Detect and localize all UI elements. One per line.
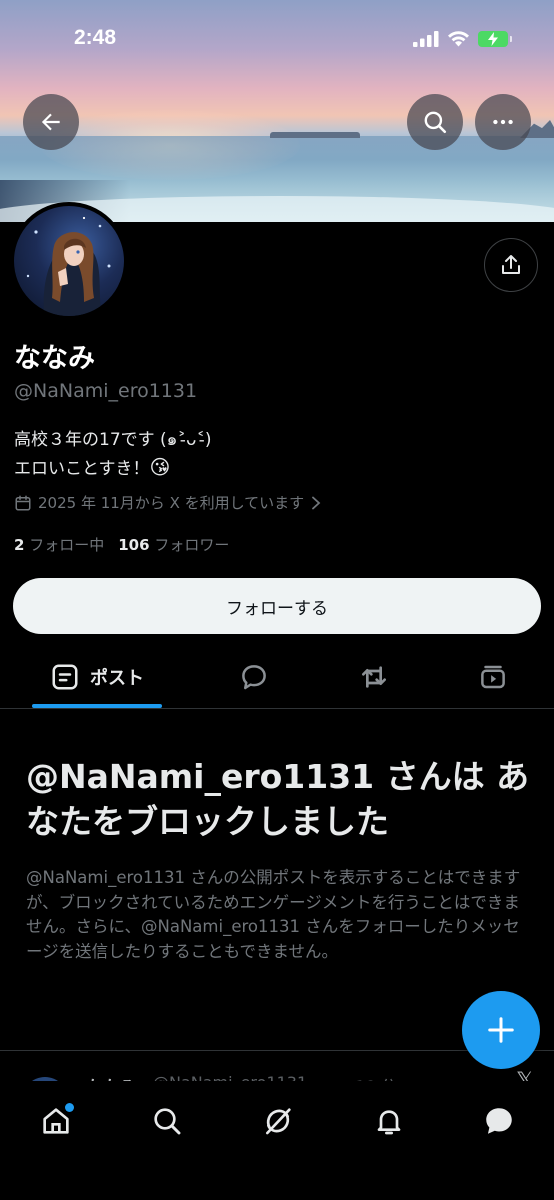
profile-bio: 高校３年の17です (๑˃̵ᴗ˂̵) エロいことすき！😘 xyxy=(14,427,212,483)
plus-icon xyxy=(488,1017,514,1043)
avatar-illustration xyxy=(26,216,111,316)
repost-icon xyxy=(362,666,386,688)
calendar-icon xyxy=(15,495,31,510)
display-name: ななみ xyxy=(14,343,95,374)
nav-search[interactable] xyxy=(145,1099,189,1143)
tweet-timestamp: · 18 分 xyxy=(345,1073,397,1081)
tab-replies[interactable] xyxy=(223,646,285,708)
bio-line-text: エロいことすき！ xyxy=(14,459,150,479)
tab-posts-label: ポスト xyxy=(90,668,144,689)
followers-count: 106 xyxy=(118,536,150,554)
nav-home[interactable] xyxy=(34,1099,78,1143)
media-icon xyxy=(481,665,505,689)
compose-post-button[interactable] xyxy=(462,991,540,1069)
notification-dot xyxy=(65,1103,74,1112)
nav-grok[interactable] xyxy=(256,1099,300,1143)
tweet-author-name: ななみ xyxy=(86,1073,137,1081)
grok-icon xyxy=(266,1108,291,1135)
follow-stats: 2 フォロー中 106 フォロワー xyxy=(14,534,229,555)
following-link[interactable]: 2 フォロー中 xyxy=(14,534,104,555)
joined-text: 2025 年 11月から X を利用しています xyxy=(38,494,305,512)
chevron-right-icon xyxy=(312,496,321,509)
posts-icon xyxy=(52,664,78,690)
cellular-signal-icon xyxy=(413,30,439,47)
more-options-button[interactable] xyxy=(475,94,531,150)
banner-island xyxy=(270,132,360,138)
following-label: フォロー中 xyxy=(29,536,105,554)
active-tab-indicator xyxy=(32,704,162,708)
messages-icon xyxy=(486,1108,512,1134)
search-profile-button[interactable] xyxy=(407,94,463,150)
tab-posts[interactable]: ポスト xyxy=(32,646,162,708)
nav-notifications[interactable] xyxy=(367,1099,411,1143)
battery-charging-icon xyxy=(478,30,512,47)
kiss-emoji: 😘 xyxy=(149,455,171,479)
tab-reposts[interactable] xyxy=(343,646,405,708)
profile-handle: @NaNami_ero1131 xyxy=(14,380,198,402)
status-time: 2:48 xyxy=(74,26,117,49)
profile-tabs: ポスト xyxy=(0,646,554,709)
x-logo-icon: 𝕏 xyxy=(516,1069,534,1081)
nav-messages[interactable] xyxy=(477,1099,521,1143)
bio-line: 高校３年の17です (๑˃̵ᴗ˂̵) xyxy=(14,430,212,450)
more-horizontal-icon xyxy=(493,119,513,125)
tweet-author-handle: @NaNami_ero1131 xyxy=(153,1073,307,1081)
arrow-left-icon xyxy=(41,113,60,131)
search-icon xyxy=(154,1108,181,1135)
replies-icon xyxy=(242,665,266,690)
joined-date[interactable]: 2025 年 11月から X を利用しています xyxy=(14,492,322,513)
followers-label: フォロワー xyxy=(154,536,230,554)
wifi-icon xyxy=(448,31,469,47)
back-button[interactable] xyxy=(23,94,79,150)
bottom-navigation xyxy=(0,1081,554,1200)
following-count: 2 xyxy=(14,536,25,554)
blocked-description: @NaNami_ero1131 さんの公開ポストを表示することはできますが、ブロ… xyxy=(26,868,521,961)
bolt-icon xyxy=(488,31,498,46)
share-icon xyxy=(502,255,520,274)
follow-button[interactable]: フォローする xyxy=(13,578,541,634)
search-icon xyxy=(424,111,447,134)
followers-link[interactable]: 106 フォロワー xyxy=(118,534,229,555)
bio-line: エロいことすき！😘 xyxy=(14,454,212,483)
blocked-title: @NaNami_ero1131 さんは あなたをブロックしました xyxy=(26,757,530,841)
tab-media[interactable] xyxy=(462,646,524,708)
bell-icon xyxy=(377,1110,401,1135)
avatar[interactable] xyxy=(10,202,128,320)
status-icons xyxy=(413,30,512,47)
share-button[interactable] xyxy=(484,238,538,292)
